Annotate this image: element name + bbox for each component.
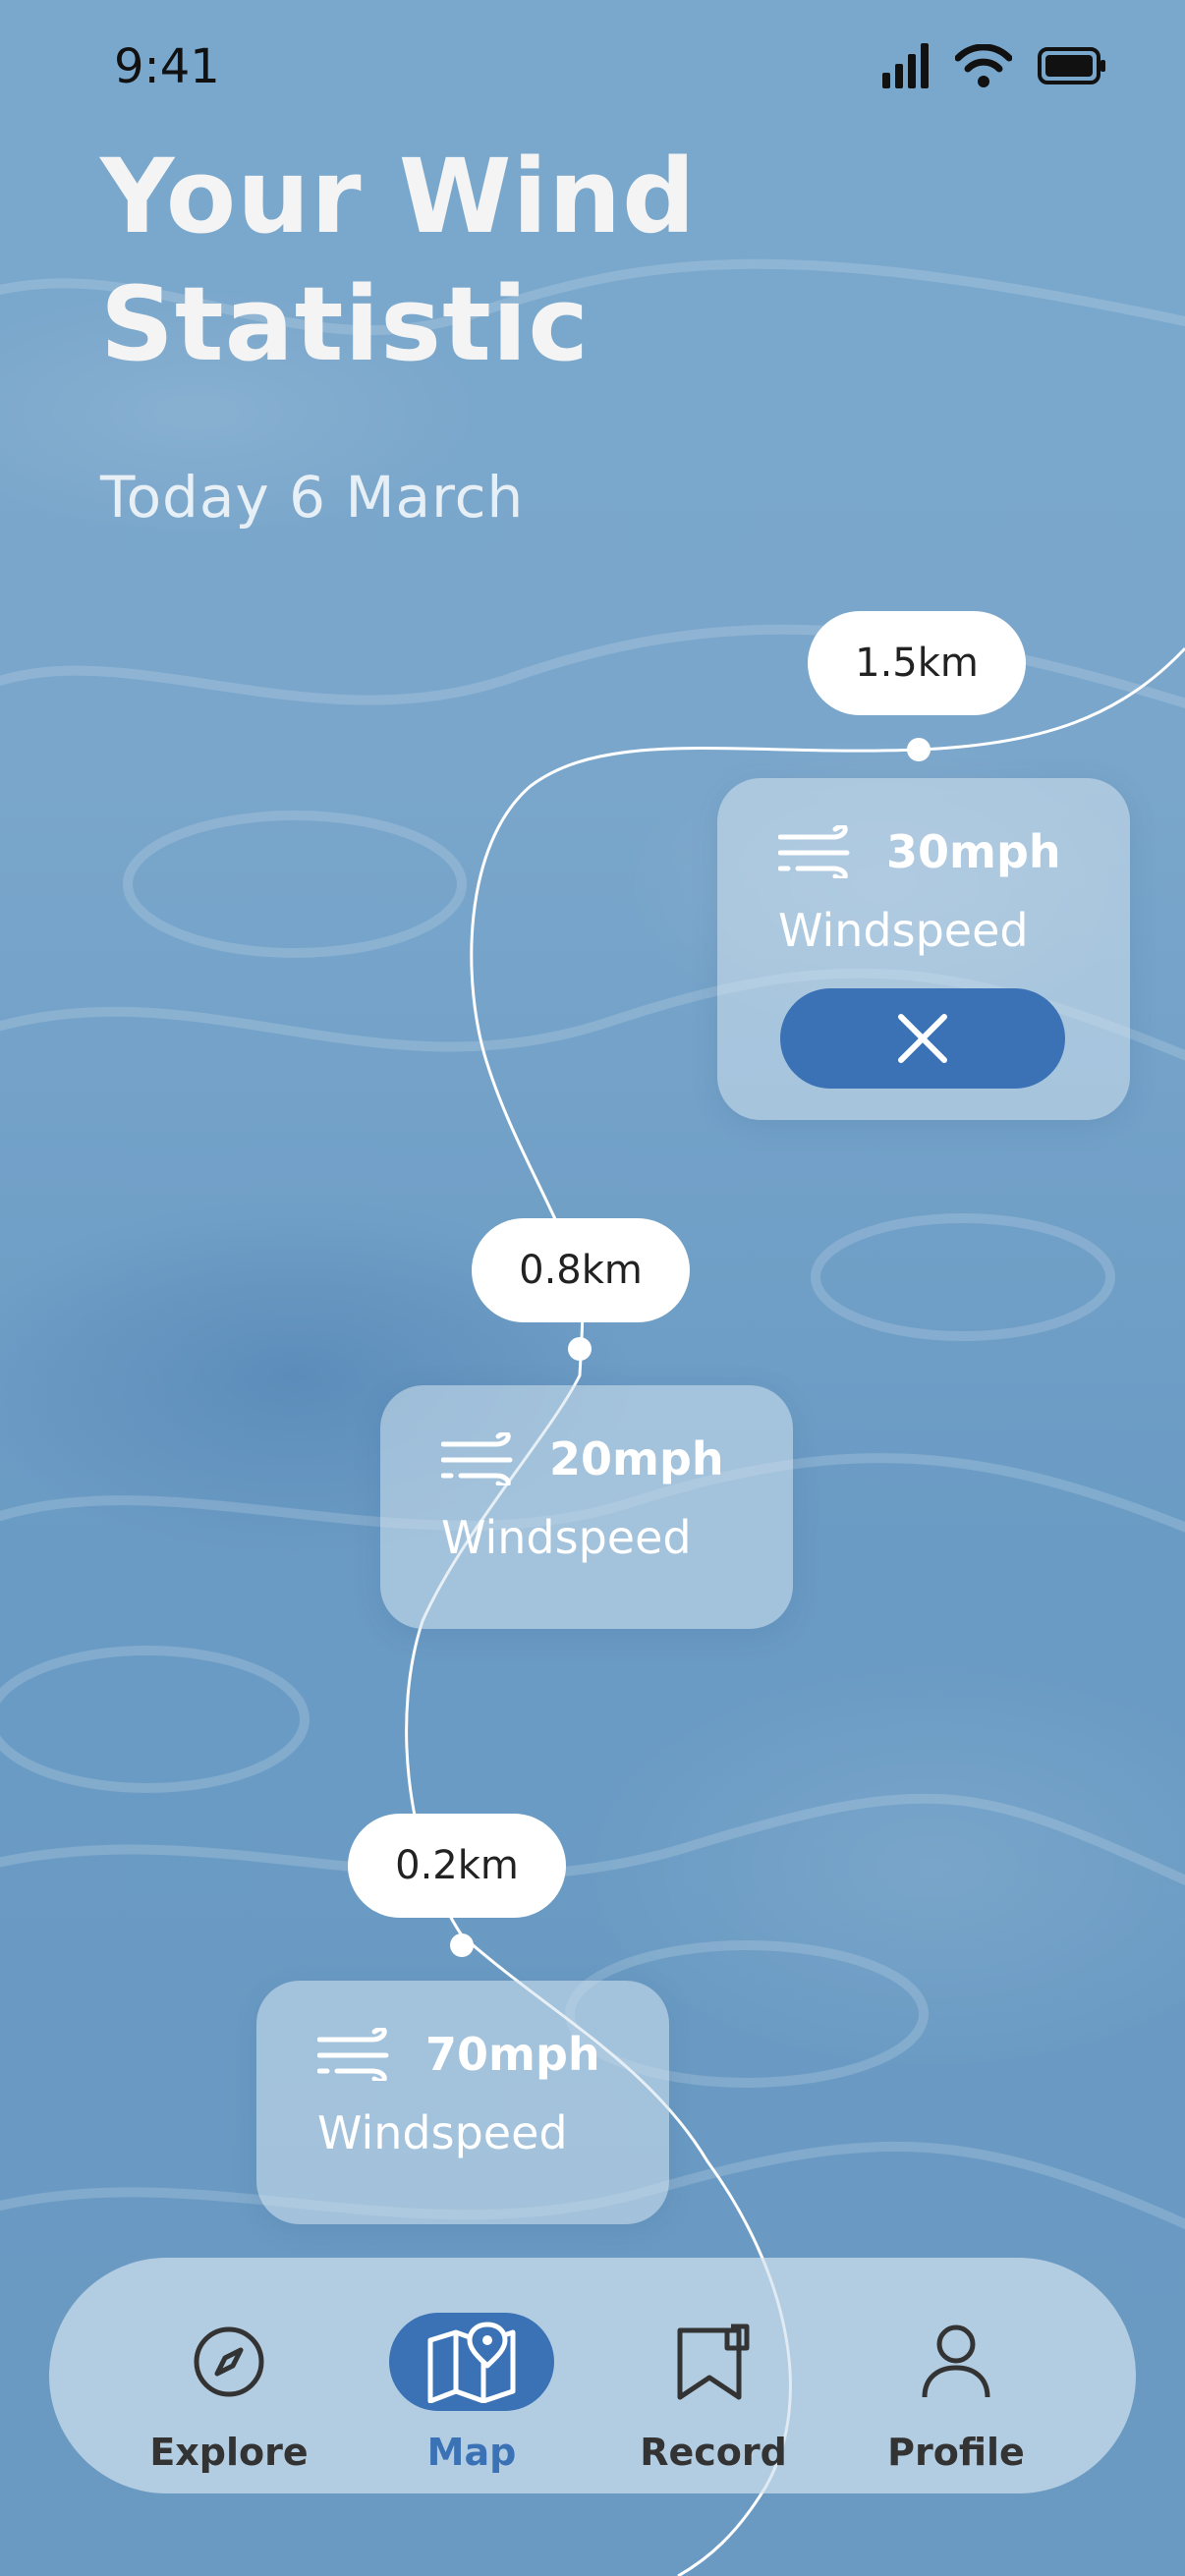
wind-icon <box>317 2028 389 2081</box>
tab-label: Explore <box>149 2431 309 2474</box>
tab-record[interactable]: Record <box>615 2258 812 2493</box>
windspeed-value: 70mph <box>425 2028 600 2081</box>
distance-pill: 0.2km <box>348 1814 566 1918</box>
windspeed-label: Windspeed <box>778 904 1029 957</box>
distance-pill: 0.8km <box>472 1218 690 1322</box>
windspeed-value: 20mph <box>549 1432 724 1485</box>
wifi-icon <box>955 44 1012 87</box>
bottom-tab-bar: Explore Map Record Profile <box>49 2258 1136 2493</box>
bookmark-icon <box>677 2324 750 2400</box>
windspeed-label: Windspeed <box>441 1511 692 1564</box>
wind-icon <box>778 825 850 878</box>
windspeed-label: Windspeed <box>317 2106 568 2159</box>
tab-label: Map <box>426 2431 517 2474</box>
wind-stat-card[interactable]: 70mph Windspeed <box>256 1981 669 2224</box>
tab-map[interactable]: Map <box>373 2258 570 2493</box>
map-icon <box>427 2322 516 2403</box>
tab-label: Profile <box>887 2431 1025 2474</box>
tab-profile[interactable]: Profile <box>858 2258 1054 2493</box>
user-icon <box>922 2324 990 2398</box>
status-time: 9:41 <box>114 39 220 94</box>
tab-label: Record <box>640 2431 787 2474</box>
windspeed-value: 30mph <box>886 825 1061 878</box>
wind-icon <box>441 1432 513 1485</box>
date-label: Today 6 March <box>100 464 525 531</box>
compass-icon <box>194 2326 264 2397</box>
page-title: Your Wind Statistic <box>100 137 697 384</box>
close-icon <box>898 1014 947 1063</box>
distance-pill: 1.5km <box>808 611 1026 715</box>
status-bar: 9:41 <box>0 0 1185 138</box>
close-button[interactable] <box>780 988 1065 1089</box>
tab-explore[interactable]: Explore <box>131 2258 327 2493</box>
wind-stat-card[interactable]: 30mph Windspeed <box>717 778 1130 1120</box>
wind-stat-card[interactable]: 20mph Windspeed <box>380 1385 793 1629</box>
cellular-signal-icon <box>882 43 929 88</box>
battery-icon <box>1038 47 1105 84</box>
